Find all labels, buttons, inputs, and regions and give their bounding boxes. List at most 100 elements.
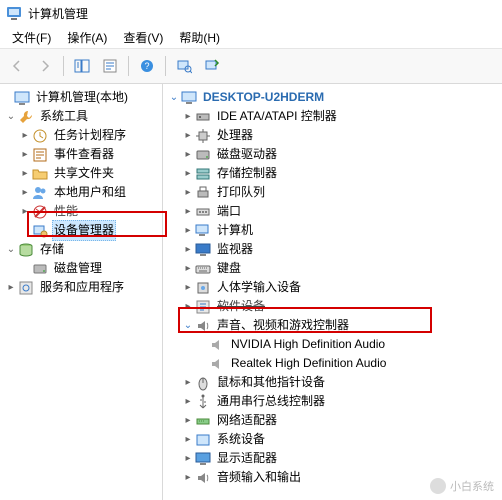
chevron-right-icon[interactable]: ▸: [181, 373, 195, 392]
chevron-down-icon[interactable]: ⌄: [4, 240, 18, 259]
node-system-dev[interactable]: ▸系统设备: [163, 430, 502, 449]
tool-properties[interactable]: [97, 53, 123, 79]
svg-text:?: ?: [144, 61, 149, 71]
software-icon: [195, 299, 211, 315]
chevron-right-icon[interactable]: ▸: [181, 126, 195, 145]
node-usb[interactable]: ▸ 通用串行总线控制器: [163, 392, 502, 411]
node-task-scheduler[interactable]: ▸ 任务计划程序: [0, 126, 162, 145]
chevron-down-icon[interactable]: ⌄: [167, 88, 181, 107]
node-storage[interactable]: ⌄ 存储: [0, 240, 162, 259]
clock-icon: [32, 128, 48, 144]
keyboard-icon: [195, 261, 211, 277]
node-label: IDE ATA/ATAPI 控制器: [215, 106, 339, 127]
node-sound[interactable]: ⌄ 声音、视频和游戏控制器: [163, 316, 502, 335]
chevron-right-icon[interactable]: ▸: [181, 145, 195, 164]
node-cpu[interactable]: ▸ 处理器: [163, 126, 502, 145]
chevron-right-icon[interactable]: ▸: [18, 183, 32, 202]
title-bar: 计算机管理: [0, 0, 502, 26]
node-computers[interactable]: ▸计算机: [163, 221, 502, 240]
tool-help[interactable]: ?: [134, 53, 160, 79]
node-sound-realtek[interactable]: ▸Realtek High Definition Audio: [163, 354, 502, 373]
node-keyboards[interactable]: ▸键盘: [163, 259, 502, 278]
chevron-right-icon[interactable]: ▸: [181, 164, 195, 183]
chevron-right-icon[interactable]: ▸: [181, 202, 195, 221]
tool-bar: ?: [0, 49, 502, 84]
node-label: Realtek High Definition Audio: [229, 353, 388, 374]
node-label: NVIDIA High Definition Audio: [229, 334, 387, 355]
nav-back-button[interactable]: [4, 53, 30, 79]
node-label: 软件设备: [215, 296, 267, 317]
node-sound-nvidia[interactable]: ▸NVIDIA High Definition Audio: [163, 335, 502, 354]
node-label: 声音、视频和游戏控制器: [215, 315, 351, 336]
chevron-right-icon[interactable]: ▸: [181, 259, 195, 278]
storage-icon: [18, 242, 34, 258]
watermark-label: 小白系统: [450, 478, 494, 494]
sound-icon: [195, 318, 211, 334]
app-icon: [6, 5, 22, 21]
chevron-right-icon[interactable]: ▸: [181, 468, 195, 487]
node-ports[interactable]: ▸端口: [163, 202, 502, 221]
tool-show-hide[interactable]: [69, 53, 95, 79]
node-label: 通用串行总线控制器: [215, 391, 327, 412]
chevron-right-icon[interactable]: ▸: [181, 411, 195, 430]
avatar-icon: [430, 478, 446, 494]
chevron-right-icon[interactable]: ▸: [181, 240, 195, 259]
menu-action[interactable]: 操作(A): [59, 27, 115, 48]
node-device-manager[interactable]: ▸ 设备管理器: [0, 221, 162, 240]
disk-icon: [32, 261, 48, 277]
chevron-right-icon[interactable]: ▸: [18, 202, 32, 221]
speaker-icon: [209, 337, 225, 353]
node-label: 网络适配器: [215, 410, 279, 431]
network-icon: [195, 413, 211, 429]
chevron-right-icon[interactable]: ▸: [181, 449, 195, 468]
node-ide[interactable]: ▸ IDE ATA/ATAPI 控制器: [163, 107, 502, 126]
node-desktop[interactable]: ⌄ DESKTOP-U2HDERM: [163, 88, 502, 107]
right-tree: ⌄ DESKTOP-U2HDERM ▸ IDE ATA/ATAPI 控制器 ▸ 处理…: [163, 84, 502, 500]
chevron-right-icon[interactable]: ▸: [18, 164, 32, 183]
tool-update-button[interactable]: [199, 53, 225, 79]
nav-fwd-button[interactable]: [32, 53, 58, 79]
chevron-down-icon[interactable]: ⌄: [181, 316, 195, 335]
chevron-right-icon[interactable]: ▸: [18, 145, 32, 164]
node-monitors[interactable]: ▸ 监视器: [163, 240, 502, 259]
node-services-apps[interactable]: ▸ 服务和应用程序: [0, 278, 162, 297]
usb-icon: [195, 394, 211, 410]
chevron-down-icon[interactable]: ⌄: [4, 107, 18, 126]
node-disk-drives[interactable]: ▸ 磁盘驱动器: [163, 145, 502, 164]
node-software-devices[interactable]: ▸ 软件设备: [163, 297, 502, 316]
node-label: 任务计划程序: [52, 125, 128, 146]
chevron-right-icon[interactable]: ▸: [181, 392, 195, 411]
tool-scan-button[interactable]: [171, 53, 197, 79]
menu-file[interactable]: 文件(F): [4, 27, 59, 48]
mouse-icon: [195, 375, 211, 391]
chevron-right-icon[interactable]: ▸: [181, 278, 195, 297]
window-title: 计算机管理: [28, 5, 88, 22]
node-shared-folders[interactable]: ▸ 共享文件夹: [0, 164, 162, 183]
node-display[interactable]: ▸显示适配器: [163, 449, 502, 468]
menu-help[interactable]: 帮助(H): [171, 27, 228, 48]
wrench-icon: [18, 109, 34, 125]
node-label: 存储: [38, 239, 66, 260]
chevron-right-icon[interactable]: ▸: [181, 107, 195, 126]
node-printers[interactable]: ▸打印队列: [163, 183, 502, 202]
node-computer-management[interactable]: ▸ 计算机管理(本地): [0, 88, 162, 107]
node-performance[interactable]: ▸ 性能: [0, 202, 162, 221]
node-label: 磁盘驱动器: [215, 144, 279, 165]
chevron-right-icon[interactable]: ▸: [181, 221, 195, 240]
node-label: 监视器: [215, 239, 255, 260]
node-local-users[interactable]: ▸ 本地用户和组: [0, 183, 162, 202]
node-hid[interactable]: ▸人体学输入设备: [163, 278, 502, 297]
menu-view[interactable]: 查看(V): [115, 27, 171, 48]
chevron-right-icon[interactable]: ▸: [181, 430, 195, 449]
node-event-viewer[interactable]: ▸ 事件查看器: [0, 145, 162, 164]
chevron-right-icon[interactable]: ▸: [181, 297, 195, 316]
node-network[interactable]: ▸ 网络适配器: [163, 411, 502, 430]
node-system-tools[interactable]: ⌄ 系统工具: [0, 107, 162, 126]
node-disk-management[interactable]: ▸ 磁盘管理: [0, 259, 162, 278]
chevron-right-icon[interactable]: ▸: [18, 126, 32, 145]
node-storage-ctrl[interactable]: ▸存储控制器: [163, 164, 502, 183]
chevron-right-icon[interactable]: ▸: [4, 278, 18, 297]
node-mouse[interactable]: ▸鼠标和其他指针设备: [163, 373, 502, 392]
node-label: 处理器: [215, 125, 255, 146]
chevron-right-icon[interactable]: ▸: [181, 183, 195, 202]
